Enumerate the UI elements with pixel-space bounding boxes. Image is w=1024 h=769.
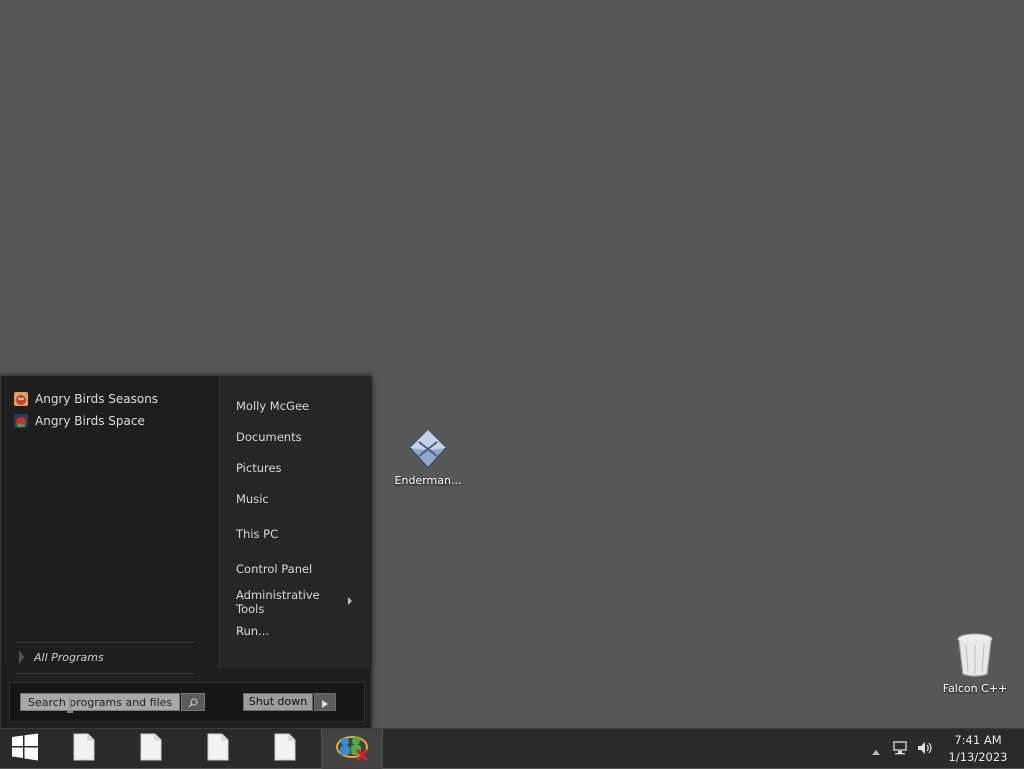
clock-time: 7:41 AM	[954, 733, 1002, 747]
taskbar: 7:41 AM 1/13/2023	[0, 728, 1024, 769]
start-menu: Angry Birds Seasons Angry Birds Space Al…	[0, 375, 372, 729]
taskbar-button-document[interactable]	[187, 729, 249, 769]
program-item-label: Angry Birds Seasons	[35, 392, 159, 406]
angry-birds-space-icon	[13, 413, 29, 429]
place-run[interactable]: Run...	[236, 624, 269, 638]
start-menu-places-pane: Molly McGee Documents Pictures Music Thi…	[219, 376, 372, 668]
place-user-name[interactable]: Molly McGee	[236, 399, 309, 413]
place-label-line-2: Tools	[236, 602, 265, 616]
place-this-pc[interactable]: This PC	[236, 527, 278, 541]
taskbar-button-document[interactable]	[254, 729, 316, 769]
separator	[16, 642, 194, 643]
separator	[16, 673, 194, 674]
text-cursor-icon	[66, 697, 74, 713]
clock-date: 1/13/2023	[948, 750, 1008, 764]
document-icon	[206, 733, 230, 765]
place-music[interactable]: Music	[236, 492, 269, 506]
start-menu-programs-pane: Angry Birds Seasons Angry Birds Space Al…	[1, 376, 218, 674]
document-icon	[273, 733, 297, 765]
taskbar-button-document[interactable]	[53, 729, 115, 769]
chevron-up-icon	[872, 740, 880, 759]
shutdown-button[interactable]: Shut down	[243, 693, 313, 711]
place-pictures[interactable]: Pictures	[236, 461, 282, 475]
search-icon	[188, 693, 198, 712]
taskbar-button-network-users[interactable]	[321, 729, 383, 769]
submenu-arrow-icon	[348, 597, 352, 605]
recycle-bin-icon	[935, 632, 1015, 678]
network-icon	[893, 740, 909, 759]
search-button[interactable]	[181, 693, 205, 711]
document-icon	[139, 733, 163, 765]
all-programs-label: All Programs	[34, 650, 104, 664]
program-item-angry-birds-seasons[interactable]: Angry Birds Seasons	[13, 389, 158, 409]
package-icon	[388, 424, 468, 470]
clock[interactable]: 7:41 AM 1/13/2023	[940, 732, 1016, 766]
desktop-icon-falcon-cpp[interactable]: Falcon C++	[935, 632, 1015, 695]
show-hidden-icons-button[interactable]	[868, 729, 884, 769]
angry-birds-seasons-icon	[13, 391, 29, 407]
network-status-button[interactable]	[890, 729, 912, 769]
shutdown-options-button[interactable]	[314, 693, 336, 711]
desktop-icon-enderman[interactable]: Enderman...	[388, 424, 468, 487]
place-administrative-tools[interactable]: Administrative Tools	[236, 588, 320, 616]
search-input[interactable]: Search programs and files	[20, 693, 180, 711]
place-control-panel[interactable]: Control Panel	[236, 562, 312, 576]
place-label-line-1: Administrative	[236, 588, 320, 602]
network-users-icon	[335, 733, 369, 765]
taskbar-button-document[interactable]	[120, 729, 182, 769]
chevron-right-icon	[322, 693, 328, 712]
speaker-icon	[917, 740, 933, 759]
start-button[interactable]	[0, 729, 50, 769]
volume-button[interactable]	[914, 729, 936, 769]
all-programs-button[interactable]: All Programs	[19, 650, 104, 664]
program-item-label: Angry Birds Space	[35, 414, 145, 428]
chevron-right-icon	[19, 650, 24, 664]
desktop-icon-label: Enderman...	[394, 474, 462, 487]
windows-logo-icon	[11, 733, 39, 765]
document-icon	[72, 733, 96, 765]
desktop-icon-label: Falcon C++	[942, 682, 1008, 695]
program-item-angry-birds-space[interactable]: Angry Birds Space	[13, 411, 145, 431]
place-documents[interactable]: Documents	[236, 430, 302, 444]
start-menu-bottom-bar: Search programs and files Shut down	[9, 682, 365, 722]
